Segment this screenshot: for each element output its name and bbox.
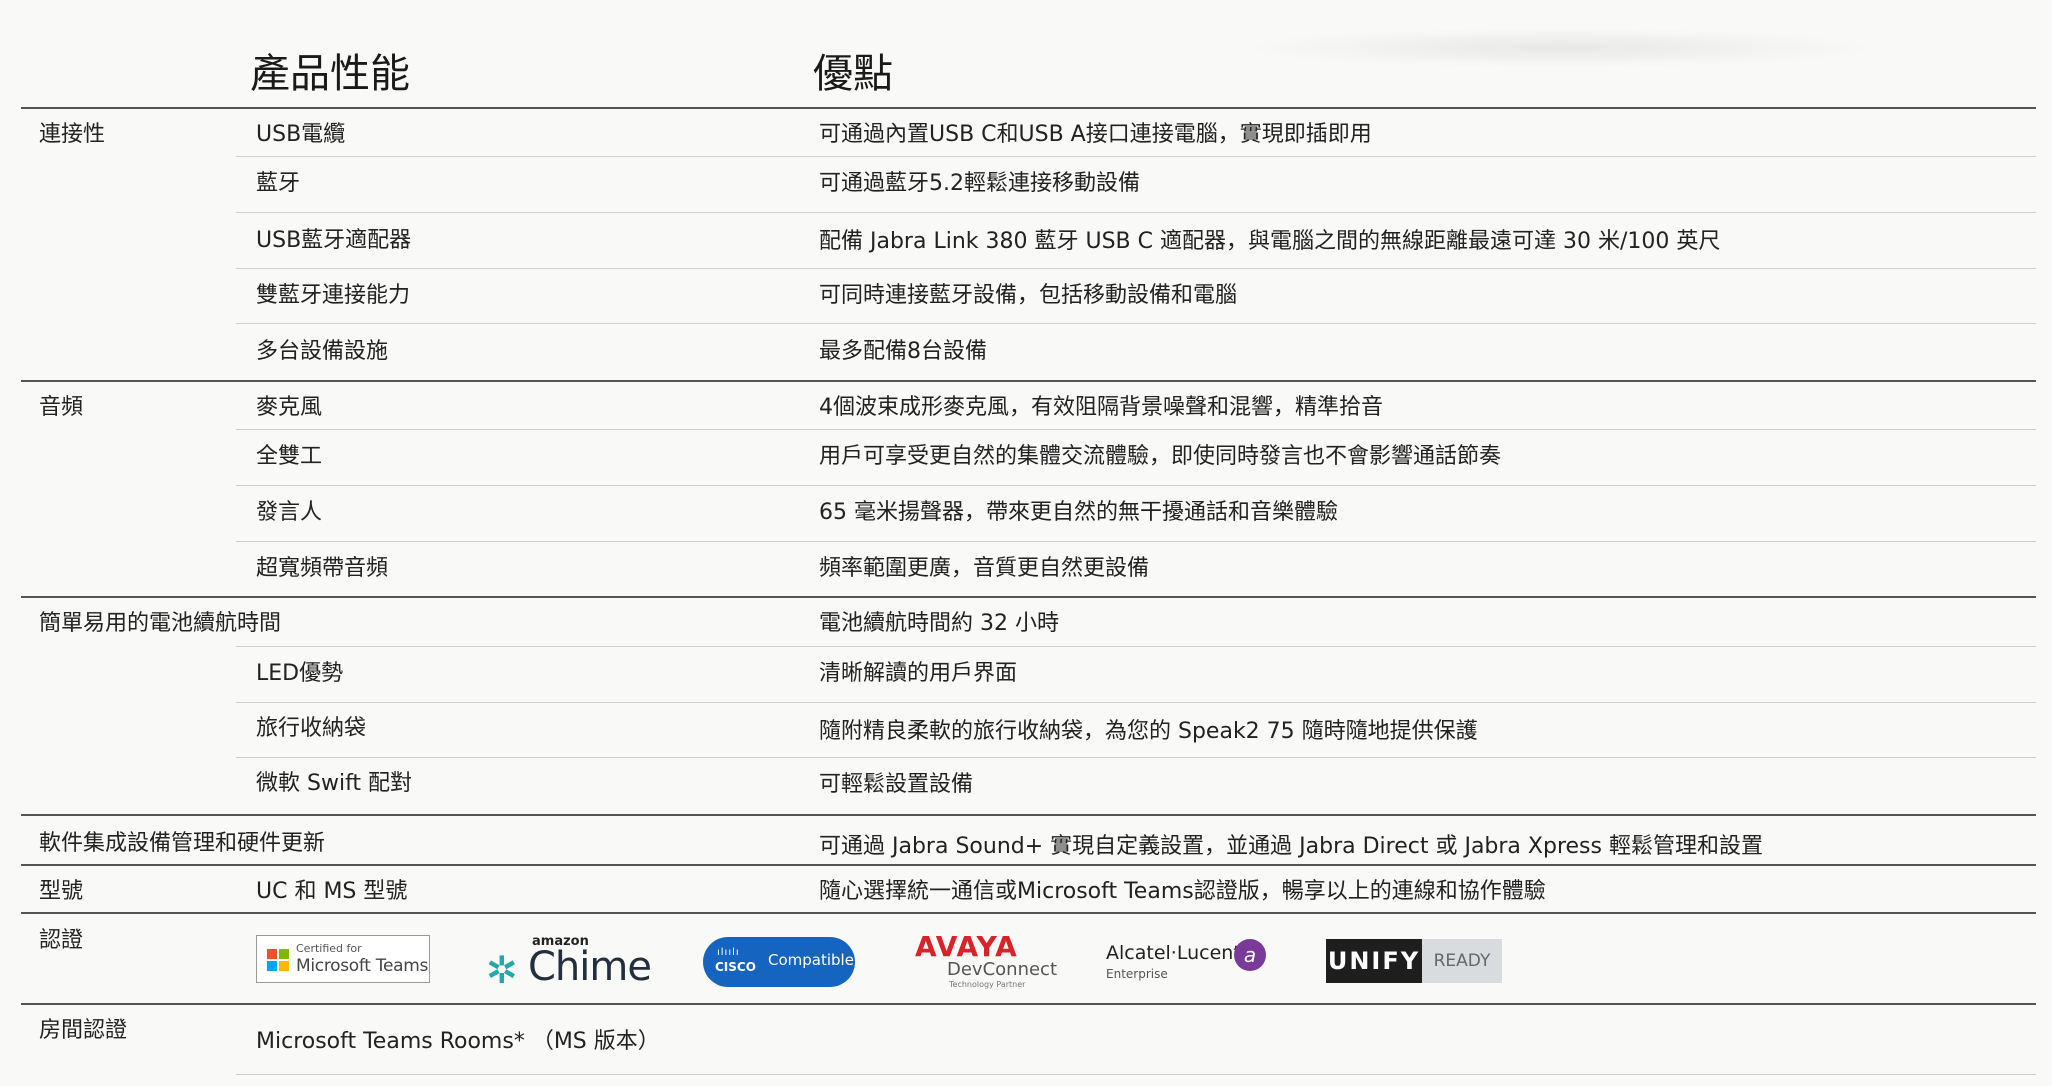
group-divider bbox=[21, 864, 2036, 866]
row-divider bbox=[236, 268, 2036, 269]
avaya-devconnect-text: DevConnect bbox=[947, 959, 1058, 980]
row-divider bbox=[236, 156, 2036, 157]
benefit-cell: 隨心選擇統一通信或Microsoft Teams認證版，暢享以上的連線和協作體驗 bbox=[819, 879, 1546, 904]
category-label: 軟件集成設備管理和硬件更新 bbox=[39, 831, 326, 856]
benefit-cell: 最多配備8台設備 bbox=[819, 339, 987, 364]
amazon-chime-logo: ✲ amazon Chime bbox=[486, 934, 652, 992]
category-label: 簡單易用的電池續航時間 bbox=[39, 611, 282, 636]
benefit-cell: 可通過內置USB C和USB A接口連接電腦，實現即插即用 bbox=[819, 122, 1372, 147]
unify-word: UNIFY bbox=[1326, 939, 1422, 983]
benefit-cell: 可同時連接藍牙設備，包括移動設備和電腦 bbox=[819, 283, 1238, 308]
feature-cell: USB電纜 bbox=[256, 122, 346, 147]
certification-label: 認證 bbox=[39, 928, 84, 953]
feature-cell: LED優勢 bbox=[256, 661, 344, 686]
benefit-cell: 可通過 Jabra Sound+ 實現自定義設置，並通過 Jabra Direc… bbox=[819, 834, 1763, 859]
feature-cell: 雙藍牙連接能力 bbox=[256, 283, 411, 308]
feature-cell: 微軟 Swift 配對 bbox=[256, 771, 413, 796]
ms-logo-line2: Microsoft Teams bbox=[296, 956, 429, 976]
row-divider bbox=[236, 541, 2036, 542]
row-divider bbox=[236, 429, 2036, 430]
row-divider bbox=[236, 212, 2036, 213]
row-divider bbox=[236, 485, 2036, 486]
feature-cell: 超寬頻帶音頻 bbox=[256, 556, 389, 581]
group-divider bbox=[21, 380, 2036, 382]
group-divider bbox=[21, 912, 2036, 914]
category-label: 連接性 bbox=[39, 122, 106, 147]
benefit-cell: 可通過藍牙5.2輕鬆連接移動設備 bbox=[819, 171, 1140, 196]
room-cert-value: Microsoft Teams Rooms* （MS 版本） bbox=[256, 1029, 660, 1054]
row-divider bbox=[236, 757, 2036, 758]
alcatel-enterprise-text: Enterprise bbox=[1106, 967, 1168, 981]
avaya-devconnect-logo: AVAYA DevConnect Technology Partner bbox=[915, 930, 1057, 990]
alcatel-word: Alcatel·Lucent bbox=[1106, 942, 1241, 964]
header-divider bbox=[21, 107, 2036, 109]
benefit-cell: 65 毫米揚聲器，帶來更自然的無干擾通話和音樂體驗 bbox=[819, 500, 1338, 525]
chime-spark-icon: ✲ bbox=[486, 948, 518, 992]
benefit-cell: 頻率範圍更廣，音質更自然更設備 bbox=[819, 556, 1150, 581]
row-divider bbox=[236, 646, 2036, 647]
feature-cell: 發言人 bbox=[256, 500, 323, 525]
row-divider bbox=[236, 702, 2036, 703]
benefit-cell: 配備 Jabra Link 380 藍牙 USB C 適配器，與電腦之間的無線距… bbox=[819, 229, 1721, 254]
category-label: 型號 bbox=[39, 879, 84, 904]
cisco-compatible-logo: ılıılı CISCO Compatible bbox=[703, 937, 855, 987]
benefit-cell: 清晰解讀的用戶界面 bbox=[819, 661, 1018, 686]
unify-ready-text: READY bbox=[1422, 939, 1502, 983]
unify-ready-logo: UNIFY READY bbox=[1326, 939, 1502, 983]
cisco-bars-icon: ılıılı bbox=[717, 947, 740, 958]
feature-cell: 全雙工 bbox=[256, 444, 323, 469]
decorative-glow bbox=[1240, 28, 1880, 68]
room-cert-label: 房間認證 bbox=[39, 1018, 128, 1043]
avaya-partner-text: Technology Partner bbox=[949, 980, 1026, 989]
benefit-cell: 可輕鬆設置設備 bbox=[819, 772, 974, 797]
group-divider bbox=[21, 596, 2036, 598]
ms-logo-line1: Certified for bbox=[296, 942, 362, 955]
chime-word: Chime bbox=[528, 944, 652, 990]
group-divider bbox=[21, 814, 2036, 816]
alcatel-a-icon: a bbox=[1234, 939, 1266, 971]
benefit-cell: 隨附精良柔軟的旅行收納袋，為您的 Speak2 75 隨時隨地提供保護 bbox=[819, 719, 1478, 744]
feature-cell: 多台設備設施 bbox=[256, 339, 389, 364]
row-divider bbox=[236, 323, 2036, 324]
alcatel-lucent-logo: Alcatel·Lucent Enterprise a bbox=[1106, 938, 1276, 988]
group-divider bbox=[21, 1003, 2036, 1005]
header-benefit: 優點 bbox=[813, 51, 893, 97]
row-divider bbox=[236, 1074, 2036, 1075]
feature-cell: 藍牙 bbox=[256, 171, 301, 196]
header-feature: 產品性能 bbox=[250, 51, 410, 97]
cisco-word: CISCO bbox=[715, 960, 756, 974]
feature-cell: UC 和 MS 型號 bbox=[256, 879, 408, 904]
microsoft-teams-certified-logo: Certified for Microsoft Teams bbox=[256, 935, 430, 983]
benefit-cell: 4個波束成形麥克風，有效阻隔背景噪聲和混響，精準拾音 bbox=[819, 395, 1383, 420]
microsoft-windows-icon bbox=[267, 949, 289, 971]
cisco-compatible-text: Compatible bbox=[768, 951, 854, 969]
benefit-cell: 用戶可享受更自然的集體交流體驗，即使同時發言也不會影響通話節奏 bbox=[819, 444, 1502, 469]
feature-cell: USB藍牙適配器 bbox=[256, 228, 412, 253]
benefit-cell: 電池續航時間約 32 小時 bbox=[819, 611, 1059, 636]
feature-cell: 麥克風 bbox=[256, 395, 323, 420]
category-label: 音頻 bbox=[39, 395, 84, 420]
feature-cell: 旅行收納袋 bbox=[256, 716, 367, 741]
